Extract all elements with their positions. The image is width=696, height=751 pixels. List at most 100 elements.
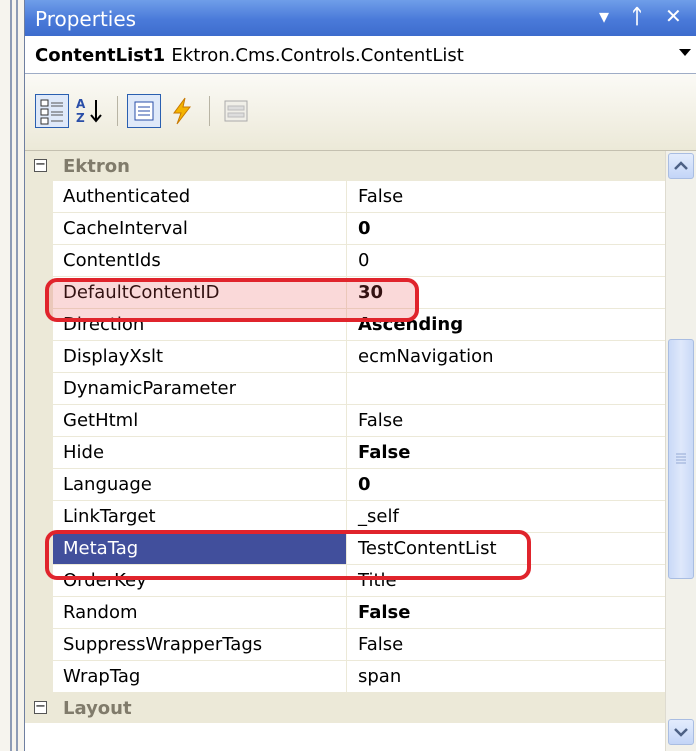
property-name[interactable]: Random [53, 597, 347, 628]
collapse-icon[interactable]: − [34, 158, 47, 172]
properties-window: Properties ▾ ᛏ ✕ ContentList1 Ektron.Cms… [24, 0, 696, 751]
property-value[interactable]: _self [348, 501, 665, 532]
row-gutter [25, 277, 53, 309]
property-pages-button[interactable] [219, 94, 253, 128]
property-name[interactable]: Hide [53, 437, 347, 468]
property-row-defaultcontentid[interactable]: DefaultContentID 30 [25, 277, 665, 309]
toolbar: A Z [25, 74, 696, 151]
property-name[interactable]: MetaTag [53, 533, 347, 564]
category-ektron[interactable]: − Ektron [25, 151, 665, 181]
property-row-contentids[interactable]: ContentIds 0 [25, 245, 665, 277]
property-name[interactable]: Authenticated [53, 181, 347, 212]
property-row-wraptag[interactable]: WrapTag span [25, 661, 665, 693]
property-row-orderkey[interactable]: OrderKey Title [25, 565, 665, 597]
property-row-suppresswrappertags[interactable]: SuppressWrapperTags False [25, 629, 665, 661]
property-name[interactable]: GetHtml [53, 405, 347, 436]
property-row-direction[interactable]: Direction Ascending [25, 309, 665, 341]
property-pages-icon [224, 100, 248, 122]
property-row-metatag[interactable]: MetaTag TestContentList [25, 533, 665, 565]
window-title: Properties [35, 7, 137, 31]
svg-text:A: A [76, 97, 86, 111]
row-gutter [25, 629, 53, 661]
scroll-thumb[interactable] [668, 339, 694, 579]
property-value[interactable] [348, 373, 665, 404]
property-row-language[interactable]: Language 0 [25, 469, 665, 501]
property-value[interactable]: False [348, 629, 665, 660]
property-name[interactable]: DisplayXslt [53, 341, 347, 372]
object-selector[interactable]: ContentList1 Ektron.Cms.Controls.Content… [25, 37, 696, 74]
property-row-gethtml[interactable]: GetHtml False [25, 405, 665, 437]
properties-button[interactable] [127, 94, 161, 128]
object-type: Ektron.Cms.Controls.ContentList [171, 45, 464, 66]
alphabetical-icon: A Z [76, 97, 102, 125]
window-position-dropdown-icon[interactable]: ▾ [599, 4, 609, 28]
property-value[interactable]: False [348, 597, 665, 628]
chevron-up-icon [674, 161, 688, 170]
property-value[interactable]: 0 [348, 245, 665, 276]
categorized-button[interactable] [35, 94, 69, 128]
property-name[interactable]: OrderKey [53, 565, 347, 596]
property-value[interactable]: False [348, 405, 665, 436]
property-name[interactable]: CacheInterval [53, 213, 347, 244]
property-value[interactable]: Title [348, 565, 665, 596]
row-gutter [25, 245, 53, 277]
strip-line [10, 0, 12, 751]
row-gutter [25, 373, 53, 405]
toolbar-separator [117, 96, 118, 126]
object-name: ContentList1 [35, 45, 166, 66]
row-gutter [25, 213, 53, 245]
property-name[interactable]: Direction [53, 309, 347, 340]
property-name[interactable]: DynamicParameter [53, 373, 347, 404]
scroll-down-button[interactable] [668, 719, 694, 745]
property-value[interactable]: ecmNavigation [348, 341, 665, 372]
property-row-authenticated[interactable]: Authenticated False [25, 181, 665, 213]
property-name[interactable]: WrapTag [53, 661, 347, 692]
property-value[interactable]: False [348, 437, 665, 468]
row-gutter [25, 661, 53, 693]
row-gutter [25, 469, 53, 501]
property-name[interactable]: DefaultContentID [53, 277, 347, 308]
property-value[interactable]: 30 [348, 277, 665, 308]
chevron-down-icon [674, 728, 688, 737]
categorized-icon [40, 99, 63, 125]
collapse-icon[interactable]: − [34, 700, 47, 714]
property-name[interactable]: Language [53, 469, 347, 500]
property-row-hide[interactable]: Hide False [25, 437, 665, 469]
row-gutter [25, 405, 53, 437]
property-name[interactable]: LinkTarget [53, 501, 347, 532]
close-icon[interactable]: ✕ [665, 4, 682, 28]
property-value[interactable]: Ascending [348, 309, 665, 340]
property-value[interactable]: False [348, 181, 665, 212]
grip-icon [676, 453, 686, 464]
row-gutter [25, 565, 53, 597]
property-row-displayxslt[interactable]: DisplayXslt ecmNavigation [25, 341, 665, 373]
property-value[interactable]: span [348, 661, 665, 692]
category-label: Ektron [63, 156, 130, 177]
property-value[interactable]: 0 [348, 469, 665, 500]
property-value-input[interactable]: TestContentList [348, 533, 665, 564]
property-row-linktarget[interactable]: LinkTarget _self [25, 501, 665, 533]
category-layout[interactable]: − Layout [25, 693, 665, 723]
property-name[interactable]: SuppressWrapperTags [53, 629, 347, 660]
pin-icon[interactable]: ᛏ [631, 4, 643, 28]
row-gutter [25, 181, 53, 213]
property-row-cacheinterval[interactable]: CacheInterval 0 [25, 213, 665, 245]
property-row-dynamicparameter[interactable]: DynamicParameter [25, 373, 665, 405]
events-button[interactable] [165, 94, 199, 128]
vertical-scrollbar[interactable] [665, 151, 696, 751]
row-gutter [25, 597, 53, 629]
chevron-down-icon[interactable] [679, 49, 691, 56]
svg-text:Z: Z [76, 111, 85, 125]
property-name[interactable]: ContentIds [53, 245, 347, 276]
properties-icon [134, 101, 154, 121]
property-value[interactable]: 0 [348, 213, 665, 244]
row-gutter [25, 437, 53, 469]
alphabetical-button[interactable]: A Z [73, 94, 107, 128]
property-row-random[interactable]: Random False [25, 597, 665, 629]
scroll-up-button[interactable] [668, 153, 694, 179]
row-gutter [25, 501, 53, 533]
strip-line [16, 0, 18, 751]
title-bar: Properties ▾ ᛏ ✕ [25, 0, 696, 36]
row-gutter [25, 533, 53, 565]
category-label: Layout [63, 698, 132, 719]
